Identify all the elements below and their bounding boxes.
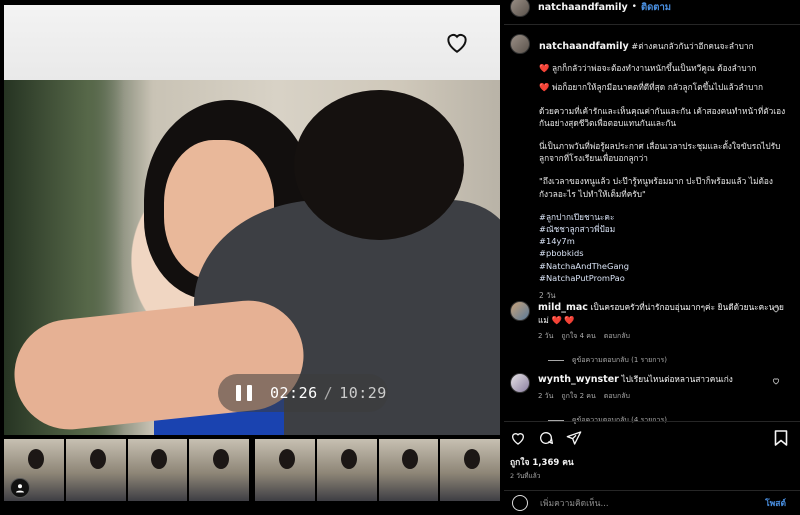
- caption-username[interactable]: natchaandfamily: [539, 41, 629, 52]
- comment-text: ไปเรียนไหนต่อหลานสาวคนเก่ง: [621, 374, 733, 384]
- video-controls: 02:26 / 10:29: [218, 374, 388, 412]
- pause-icon[interactable]: [236, 385, 252, 401]
- comment-item: mild_mac เป็นครอบครัวที่น่ารักอบอุ่นมากๆ…: [510, 301, 790, 366]
- comment-username[interactable]: wynth_wynster: [538, 374, 619, 385]
- comment-like-heart-icon[interactable]: [772, 377, 780, 385]
- comment-icon[interactable]: [538, 430, 554, 446]
- reply-button[interactable]: ตอบกลับ: [604, 332, 630, 340]
- comment-like-heart-icon[interactable]: [772, 305, 780, 313]
- comment-age: 2 วัน: [538, 332, 554, 340]
- hashtag-link[interactable]: #14y7m: [539, 235, 790, 247]
- separator-dot: •: [631, 2, 637, 12]
- hashtag-link[interactable]: #pbobkids: [539, 247, 790, 259]
- time-separator: /: [323, 384, 334, 402]
- bookmark-icon[interactable]: [774, 430, 788, 446]
- hashtag-link[interactable]: #ลูกปากเปียชานะคะ: [539, 211, 790, 223]
- thumbnail[interactable]: [65, 439, 126, 501]
- follow-button[interactable]: ติดตาม: [641, 0, 671, 15]
- thumbnail[interactable]: [127, 439, 188, 501]
- caption-line: นี่เป็นภาพวันที่พ่อรู้ผลประกาศ เลื่อนเวล…: [539, 141, 781, 164]
- post-author-username[interactable]: natchaandfamily: [538, 2, 628, 13]
- comment-username[interactable]: mild_mac: [538, 302, 588, 313]
- post-age: 2 วันที่แล้ว: [510, 472, 541, 480]
- video-top-area: [4, 5, 500, 80]
- thumbnail[interactable]: [378, 439, 439, 501]
- thumbnail[interactable]: [189, 439, 249, 501]
- view-replies-label: ดูข้อความตอบกลับ (1 รายการ): [572, 356, 667, 364]
- thumbnail[interactable]: [316, 439, 377, 501]
- share-icon[interactable]: [566, 430, 582, 446]
- media-viewer: 02:26 / 10:29: [0, 0, 504, 513]
- post-actions: ถูกใจ 1,369 คน 2 วันที่แล้ว เพิ่มความคิด…: [504, 421, 800, 514]
- post-comment-button[interactable]: โพสต์: [765, 496, 786, 510]
- caption-line: #ต่างคนกลัวกันว่าอีกคนจะลำบาก: [631, 41, 754, 51]
- avatar[interactable]: [510, 373, 530, 393]
- post-sidebar: natchaandfamily • ติดตาม natchaandfamily…: [504, 0, 800, 513]
- thumbnail[interactable]: [255, 439, 315, 501]
- caption-line: ❤️ พ่อก็อยากให้ลูกมีอนาคตที่ดีที่สุด กลั…: [539, 82, 764, 93]
- tagged-user-icon[interactable]: [10, 478, 30, 498]
- view-replies-button[interactable]: ดูข้อความตอบกลับ (1 รายการ): [548, 354, 790, 366]
- likes-count[interactable]: ถูกใจ 1,369 คน: [510, 455, 574, 469]
- hashtag-link[interactable]: #ณัชชาลูกสาวพี่ป้อม: [539, 223, 790, 235]
- caption-line: ด้วยความที่เค้ารักและเห็นคุณค่ากันและกัน…: [539, 105, 786, 128]
- avatar[interactable]: [510, 34, 530, 54]
- emoji-icon[interactable]: [512, 495, 528, 511]
- video-scrubber-thumbnails[interactable]: [4, 439, 500, 501]
- comment-item: wynth_wynster ไปเรียนไหนต่อหลานสาวคนเก่ง…: [510, 373, 790, 426]
- post-header: natchaandfamily • ติดตาม: [504, 0, 800, 25]
- avatar[interactable]: [510, 0, 530, 17]
- comment-likes[interactable]: ถูกใจ 2 คน: [561, 392, 595, 400]
- avatar[interactable]: [510, 301, 530, 321]
- hashtag-link[interactable]: #NatchaPutPromPao: [539, 272, 790, 284]
- comment-likes[interactable]: ถูกใจ 4 คน: [561, 332, 595, 340]
- comment-input[interactable]: เพิ่มความคิดเห็น...: [540, 496, 765, 510]
- current-time: 02:26: [270, 384, 318, 402]
- total-time: 10:29: [339, 384, 387, 402]
- thumbnail[interactable]: [440, 439, 500, 501]
- caption-line: "ถึงเวลาของหนูแล้ว ปะป๊ารู้หนูพร้อมมาก ป…: [539, 176, 773, 199]
- video-time: 02:26 / 10:29: [270, 384, 387, 402]
- reply-button[interactable]: ตอบกลับ: [604, 392, 630, 400]
- post-caption: natchaandfamily #ต่างคนกลัวกันว่าอีกคนจะ…: [510, 34, 790, 302]
- hashtag-link[interactable]: #NatchaAndTheGang: [539, 260, 790, 272]
- comment-age: 2 วัน: [538, 392, 554, 400]
- like-heart-icon[interactable]: [444, 30, 470, 54]
- add-comment-bar: เพิ่มความคิดเห็น... โพสต์: [504, 490, 800, 515]
- caption-line: ❤️ ลูกก็กลัวว่าพ่อจะต้องทำงานหนักขึ้นเป็…: [539, 63, 757, 74]
- like-icon[interactable]: [510, 430, 526, 446]
